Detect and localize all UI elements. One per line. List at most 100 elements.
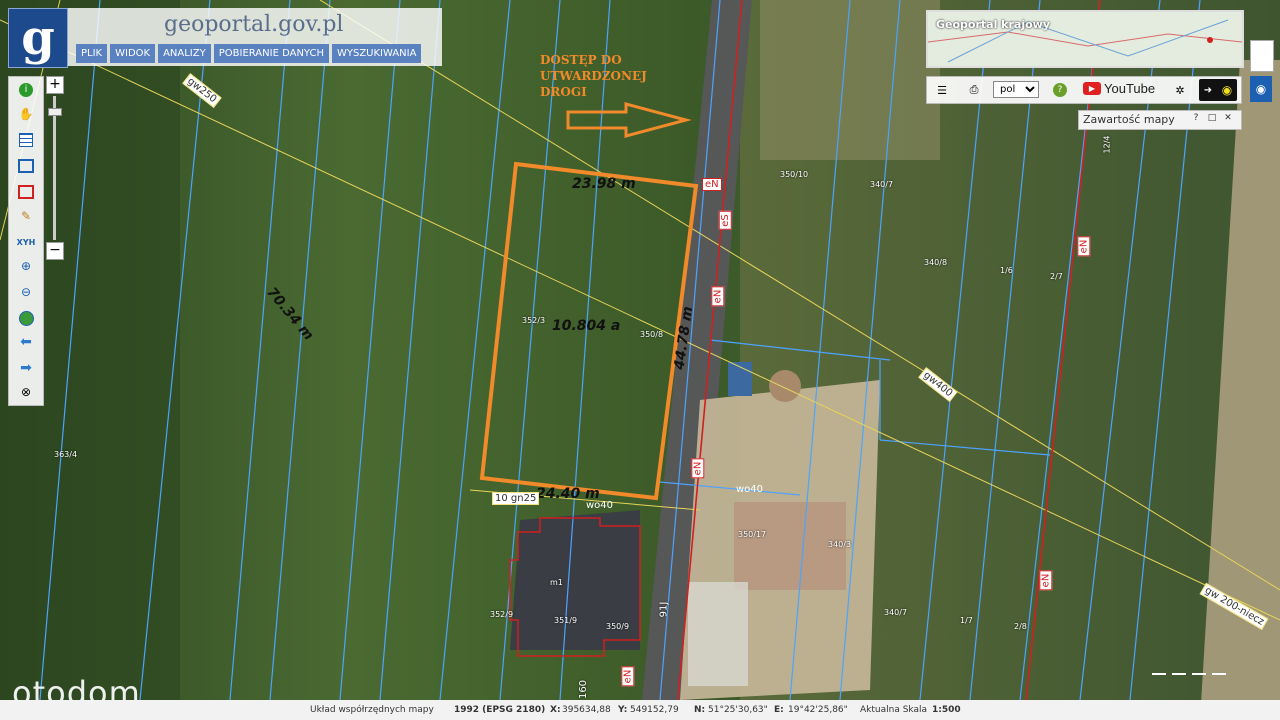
zoom-plus-button[interactable]: + [46, 76, 64, 94]
logo-letter: g [21, 10, 55, 66]
parcel-label[interactable]: 350/10 [780, 170, 808, 179]
back-arrow-icon[interactable]: ⬅ [17, 333, 35, 351]
overview-title: Geoportal krajowy [936, 18, 1051, 31]
menu-pobieranie-danych[interactable]: POBIERANIE DANYCH [213, 44, 329, 63]
contrast-toggle[interactable]: ➜ ◉ [1199, 79, 1237, 101]
side-panel-toggle[interactable] [1250, 40, 1274, 72]
table-icon[interactable] [17, 131, 35, 149]
pallet-stack [688, 582, 748, 686]
e-value: 19°42'25,86" [788, 705, 848, 715]
measure-icon[interactable]: ⊗ [17, 383, 35, 401]
parcel-label[interactable]: 363/4 [54, 450, 77, 459]
youtube-label: YouTube [1104, 81, 1156, 96]
arrow-icon: ➜ [1203, 84, 1213, 96]
water-line-label: wo40 [736, 484, 764, 495]
menu-widok[interactable]: WIDOK [110, 44, 156, 63]
map-contents-panel: Zawartość mapy ? □ ✕ [1078, 110, 1242, 130]
coord-system-value: 1992 (EPSG 2180) [454, 705, 546, 715]
parcel-label[interactable]: 340/7 [870, 180, 893, 189]
gas-line-label: 10 gn25 [492, 492, 540, 505]
parcel-label[interactable]: 352/3 [522, 316, 545, 325]
pan-hand-icon[interactable]: ✋ [17, 105, 35, 123]
road-label: 160 [578, 679, 590, 700]
power-line-label: eN [621, 666, 635, 687]
print-icon[interactable]: ⎙ [965, 81, 983, 99]
power-line-label: eN [702, 178, 722, 191]
dim-top: 23.98 m [572, 176, 636, 192]
menu-analizy[interactable]: ANALIZY [158, 44, 211, 63]
menu-plik[interactable]: PLIK [76, 44, 108, 63]
youtube-link[interactable]: ▶ YouTube [1083, 81, 1155, 96]
parcel-label[interactable]: 2/8 [1014, 622, 1027, 631]
silo [769, 370, 801, 402]
accessibility-icon[interactable]: ✲ [1171, 81, 1189, 99]
zoom-out-icon[interactable]: ⊖ [17, 283, 35, 301]
n-value: 51°25'30,63" [708, 705, 768, 715]
zoom-slider[interactable]: + − [46, 76, 64, 260]
zoom-handle[interactable] [48, 108, 62, 116]
area-label: 10.804 a [552, 318, 621, 334]
parcel-label[interactable]: 340/7 [884, 608, 907, 617]
sandy-area-top [760, 0, 940, 160]
aerial-map[interactable]: DOSTĘP DO UTWARDZONEJ DROGI 23.98 m 24.4… [0, 0, 1280, 720]
parcel-label[interactable]: 1/7 [960, 616, 973, 625]
globe-icon[interactable] [17, 309, 35, 327]
coord-system-label: Układ współrzędnych mapy [310, 705, 434, 715]
forward-arrow-icon[interactable]: ➡ [17, 359, 35, 377]
zoom-minus-button[interactable]: − [46, 242, 64, 260]
site-title: geoportal.gov.pl [164, 12, 344, 37]
parcel-label[interactable]: 350/17 [738, 530, 766, 539]
power-line-label: eN [1077, 236, 1091, 257]
scale-bar: 10m [1152, 673, 1226, 675]
road-label: 12/4 [1102, 135, 1112, 154]
select-red-icon[interactable] [17, 183, 35, 201]
info-icon[interactable]: i [17, 81, 35, 99]
select-icon[interactable] [17, 157, 35, 175]
youtube-play-icon: ▶ [1083, 82, 1101, 95]
pencil-icon[interactable]: ✎ [17, 207, 35, 225]
main-menu: PLIK WIDOK ANALIZY POBIERANIE DANYCH WYS… [76, 44, 422, 63]
eye-icon: ◉ [1221, 83, 1233, 97]
power-line-label: eS [718, 211, 732, 230]
help-button[interactable]: ? [1191, 113, 1201, 123]
status-bar: Układ współrzędnych mapy 1992 (EPSG 2180… [0, 700, 1280, 720]
road-label: 91J [658, 601, 670, 618]
menu-wyszukiwania[interactable]: WYSZUKIWANIA [331, 44, 422, 63]
power-line-label: eN [691, 458, 705, 479]
parcel-label[interactable]: 2/7 [1050, 272, 1063, 281]
parcel-label[interactable]: 352/9 [490, 610, 513, 619]
parcel-label[interactable]: 340/8 [924, 258, 947, 267]
parcel-label[interactable]: 1/6 [1000, 266, 1013, 275]
x-value: 395634,88 [562, 705, 611, 715]
parcel-label[interactable]: 350/9 [606, 622, 629, 631]
language-select[interactable]: pol [993, 81, 1039, 98]
water-line-label: wo40 [586, 500, 614, 511]
map-canvas[interactable] [0, 0, 1280, 720]
zoom-in-icon[interactable]: ⊕ [17, 257, 35, 275]
map-contents-title: Zawartość mapy [1083, 113, 1175, 126]
power-line-label: eN [711, 286, 725, 307]
legend-icon[interactable]: ☰ [933, 81, 951, 99]
side-eye-icon[interactable]: ◉ [1250, 76, 1272, 102]
e-label: E: [774, 705, 784, 715]
scale-value: 1:500 [932, 705, 961, 715]
help-icon[interactable]: ? [1051, 81, 1069, 99]
close-button[interactable]: ✕ [1223, 113, 1233, 123]
n-label: N: [694, 705, 706, 715]
parcel-label[interactable]: 350/8 [640, 330, 663, 339]
geoportal-logo[interactable]: g [8, 8, 68, 68]
scale-label: Aktualna Skala [860, 705, 927, 715]
maximize-button[interactable]: □ [1207, 113, 1217, 123]
xyh-icon[interactable]: XYH [17, 233, 36, 251]
right-toolbar: ☰ ⎙ pol ? ▶ YouTube ✲ ➜ ◉ [926, 76, 1242, 104]
zoom-track[interactable] [53, 96, 56, 240]
access-annotation: DOSTĘP DO UTWARDZONEJ DROGI [540, 53, 647, 99]
building-label: m1 [550, 578, 563, 587]
y-value: 549152,79 [630, 705, 679, 715]
overview-map[interactable]: Geoportal krajowy [926, 10, 1244, 68]
header-bar: geoportal.gov.pl PLIK WIDOK ANALIZY POBI… [68, 8, 442, 66]
parcel-label[interactable]: 340/3 [828, 540, 851, 549]
x-label: X: [550, 705, 561, 715]
power-line-label: eN [1039, 570, 1053, 591]
parcel-label[interactable]: 351/9 [554, 616, 577, 625]
